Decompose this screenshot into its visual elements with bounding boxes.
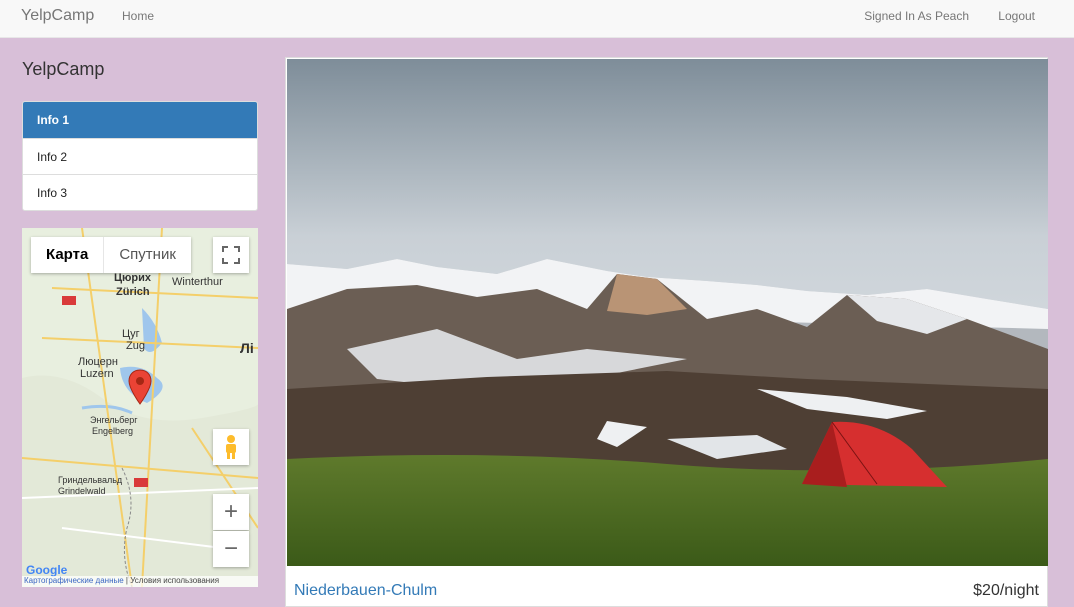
google-logo: Google [26, 563, 68, 577]
navbar: YelpCamp Home Signed In As Peach Logout [0, 0, 1074, 38]
map-label-grindelwald-ru: Гриндельвальд [58, 475, 123, 485]
fullscreen-icon [222, 246, 240, 264]
nav-home-link[interactable]: Home [122, 9, 154, 23]
nav-logout-link[interactable]: Logout [998, 9, 1035, 23]
fullscreen-button[interactable] [213, 237, 249, 273]
map-footer: Картографические данные | Условия исполь… [22, 576, 258, 587]
minus-icon: − [223, 535, 238, 562]
pegman-icon [226, 435, 236, 459]
info-item-3[interactable]: Info 3 [23, 174, 257, 210]
info-list: Info 1 Info 2 Info 3 [22, 101, 258, 211]
campground-name-link[interactable]: Niederbauen-Chulm [294, 582, 437, 600]
map-label-li: Лі [240, 340, 254, 356]
map-type-control: Карта Спутник [31, 237, 191, 273]
map-label-luzern: Luzern [80, 368, 114, 380]
map-label-engelberg-ru: Энгельберг [90, 415, 138, 425]
map-label-luzern-ru: Люцерн [78, 356, 118, 368]
map-label-winterthur: Winterthur [172, 276, 223, 288]
map-label-grindelwald: Grindelwald [58, 486, 106, 496]
plus-icon: + [223, 498, 238, 525]
map-type-satellite-button[interactable]: Спутник [104, 237, 191, 273]
map-label-zug: Zug [126, 340, 145, 352]
info-item-1[interactable]: Info 1 [23, 102, 257, 138]
navbar-brand[interactable]: YelpCamp [21, 7, 94, 25]
sidebar-title: YelpCamp [22, 59, 105, 79]
map-type-map-button[interactable]: Карта [31, 237, 105, 273]
nav-signed-in-user[interactable]: Signed In As Peach [864, 9, 969, 23]
campground-price: $20/night [973, 582, 1039, 599]
campground-photo [287, 59, 1048, 566]
map-terms-link[interactable]: Условия использования [130, 576, 219, 585]
street-view-pegman-button[interactable] [213, 429, 249, 465]
campground-card: Niederbauen-Chulm $20/night [285, 57, 1048, 607]
map-data-link[interactable]: Картографические данные [24, 576, 124, 585]
campground-photo-image [287, 59, 1048, 566]
zoom-in-button[interactable]: + [213, 494, 249, 530]
location-map[interactable]: Цюрих Zürich Winterthur Цуг Zug Люцерн L… [22, 228, 258, 587]
info-item-2[interactable]: Info 2 [23, 138, 257, 174]
map-marker-icon[interactable] [128, 369, 152, 405]
map-label-zurich-ru: Цюрих [114, 272, 152, 284]
map-label-zug-ru: Цуг [122, 328, 140, 340]
map-label-engelberg: Engelberg [92, 426, 134, 436]
map-label-zurich: Zürich [116, 286, 150, 298]
zoom-out-button[interactable]: − [213, 531, 249, 567]
